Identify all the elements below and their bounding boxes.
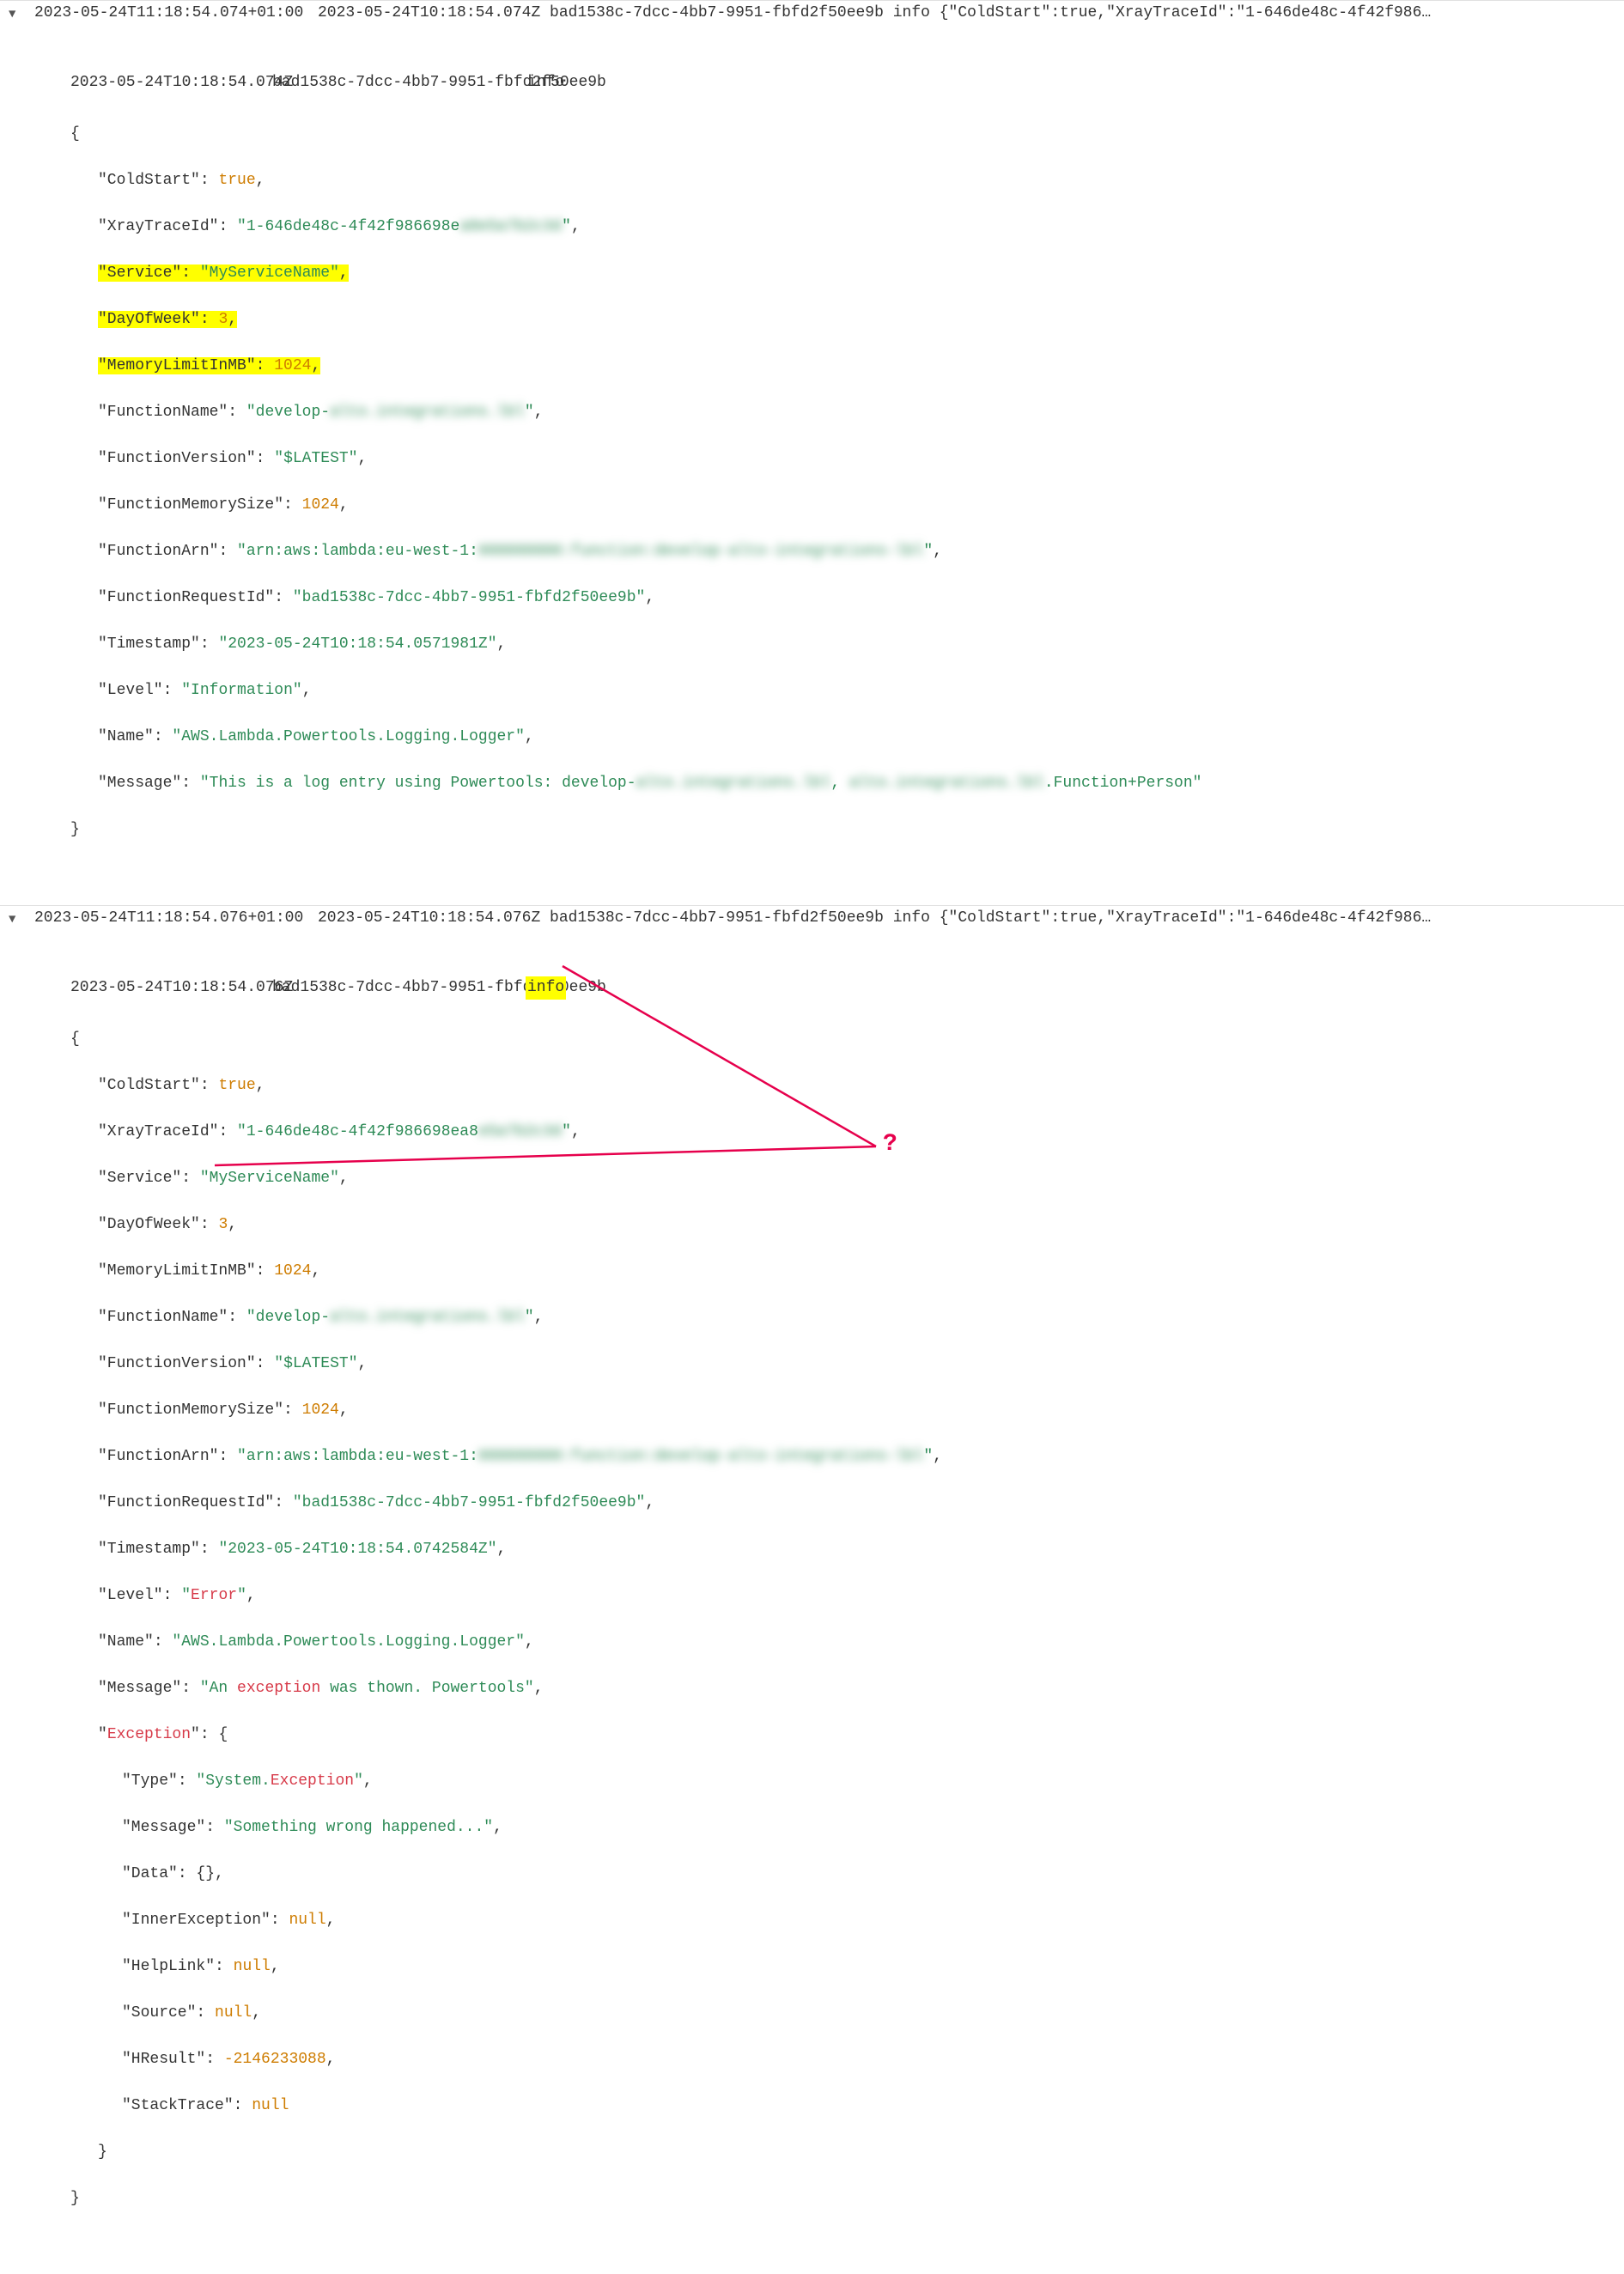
log-entry-header[interactable]: ▼ 2023-05-24T11:18:54.074+01:00 2023-05-… <box>0 1 1624 25</box>
body-request-id: bad1538c-7dcc-4bb7-9951-fbfd2f50ee9b <box>272 71 526 94</box>
disclosure-triangle-icon[interactable]: ▼ <box>9 909 34 927</box>
log-entry: ▼ 2023-05-24T11:18:54.074+01:00 2023-05-… <box>0 0 1624 905</box>
log-summary: 2023-05-24T10:18:54.076Z bad1538c-7dcc-4… <box>318 909 1624 927</box>
log-timestamp: 2023-05-24T11:18:54.076+01:00 <box>34 909 318 927</box>
log-body: 2023-05-24T10:18:54.074Z bad1538c-7dcc-4… <box>0 25 1624 905</box>
body-level: info <box>526 976 566 1000</box>
log-summary: 2023-05-24T10:18:54.074Z bad1538c-7dcc-4… <box>318 4 1624 21</box>
body-timestamp: 2023-05-24T10:18:54.074Z <box>70 71 272 94</box>
log-timestamp: 2023-05-24T11:18:54.074+01:00 <box>34 4 318 21</box>
body-timestamp: 2023-05-24T10:18:54.076Z <box>70 976 272 1000</box>
body-level: info <box>526 71 566 94</box>
log-entry-header[interactable]: ▼ 2023-05-24T11:18:54.076+01:00 2023-05-… <box>0 906 1624 930</box>
log-body: 2023-05-24T10:18:54.076Z bad1538c-7dcc-4… <box>0 930 1624 2274</box>
disclosure-triangle-icon[interactable]: ▼ <box>9 4 34 21</box>
body-request-id: bad1538c-7dcc-4bb7-9951-fbfd2f50ee9b <box>272 976 526 1000</box>
log-entry: ▼ 2023-05-24T11:18:54.076+01:00 2023-05-… <box>0 905 1624 2274</box>
